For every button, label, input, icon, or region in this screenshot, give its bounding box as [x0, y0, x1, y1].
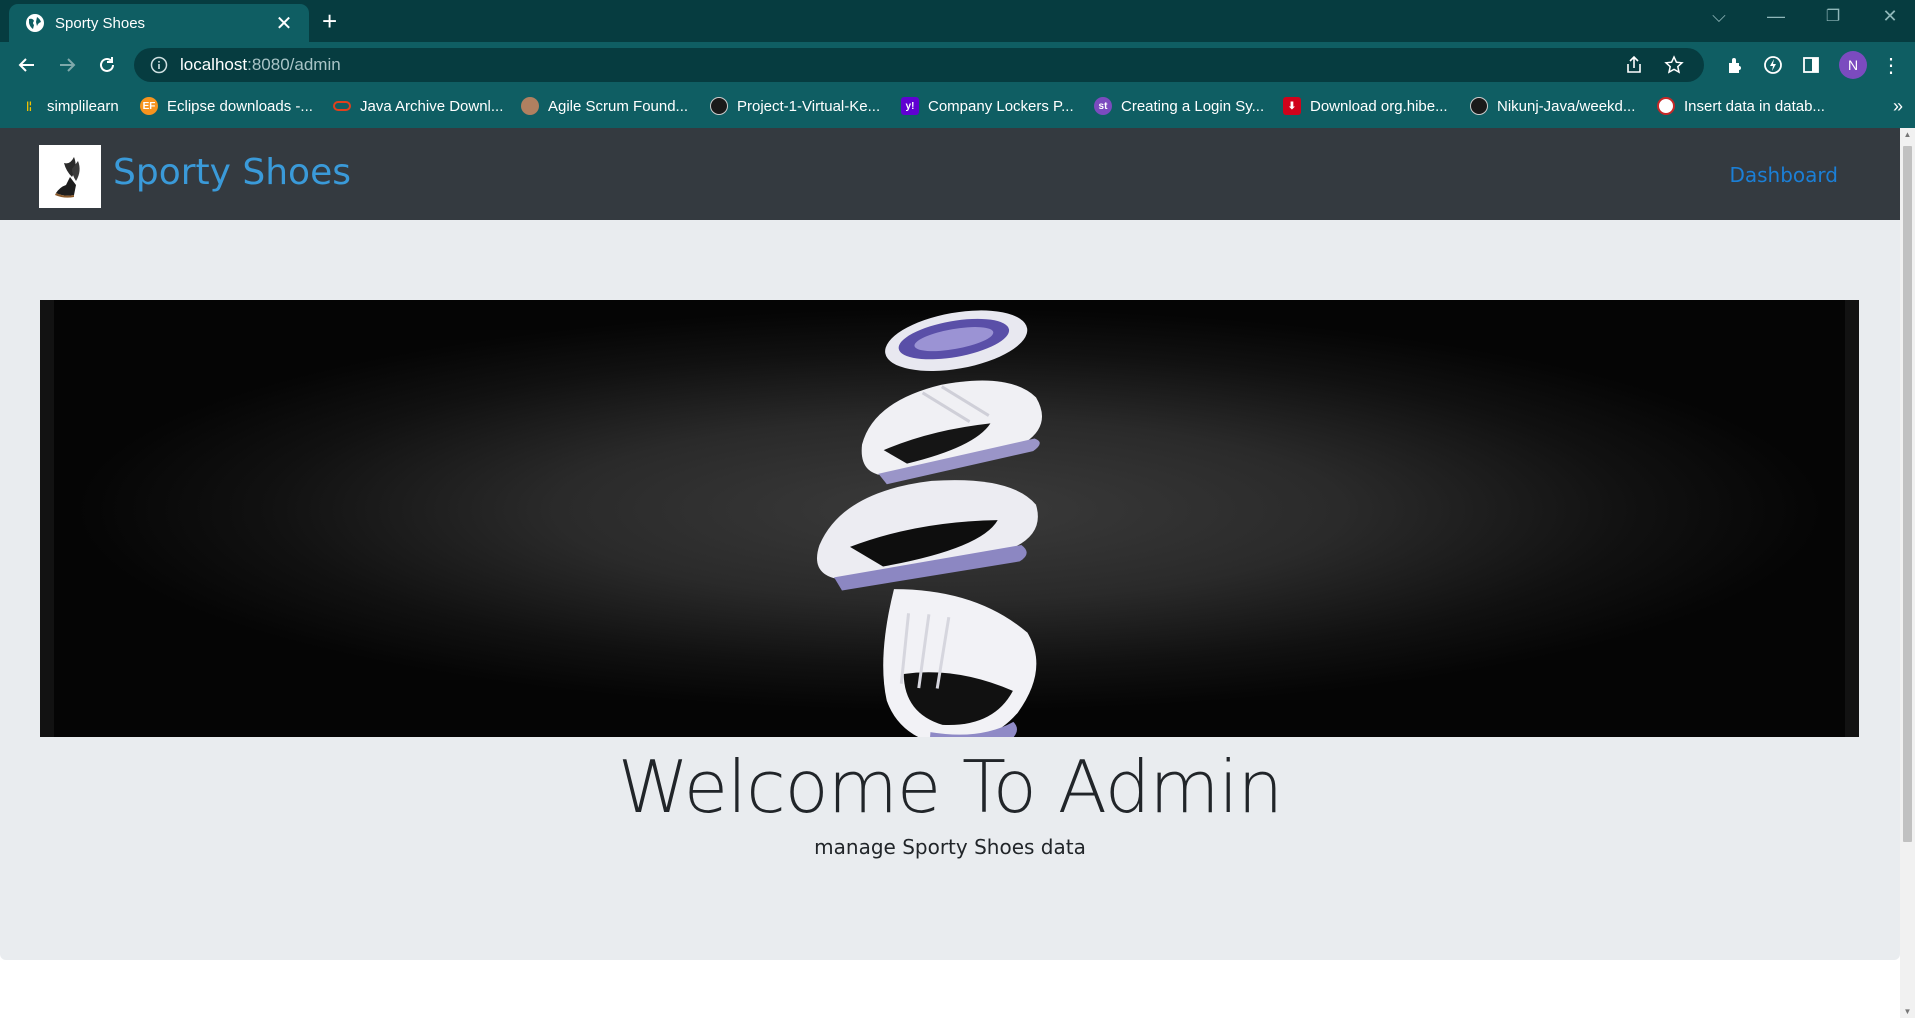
scrollbar-thumb[interactable]	[1903, 146, 1912, 842]
minimize-icon[interactable]: —	[1761, 6, 1791, 27]
url-path: :8080/admin	[247, 55, 341, 74]
bookmark-item[interactable]: Agile Scrum Found...	[521, 88, 688, 124]
bookmarks-bar: |¦ simplilearn EF Eclipse downloads -...…	[0, 88, 1915, 128]
dashboard-link[interactable]: Dashboard	[1729, 163, 1838, 187]
site-navbar: Sporty Shoes Dashboard	[0, 128, 1900, 220]
browser-toolbar: localhost:8080/admin N ⋮	[0, 42, 1915, 88]
welcome-subtitle: manage Sporty Shoes data	[814, 835, 1086, 859]
restore-icon[interactable]: ❐	[1818, 6, 1848, 26]
profile-avatar[interactable]: N	[1838, 50, 1868, 80]
bookmarks-overflow-icon[interactable]: »	[1893, 96, 1903, 117]
sneakers-illustration	[817, 310, 1043, 737]
github-icon	[1470, 97, 1488, 115]
new-tab-button[interactable]: +	[322, 8, 337, 34]
info-icon[interactable]	[150, 56, 168, 74]
address-bar[interactable]: localhost:8080/admin	[134, 48, 1704, 82]
page-viewport: Sporty Shoes Dashboard Welcome To Admin …	[0, 128, 1900, 1018]
agile-icon	[521, 97, 539, 115]
browser-tabstrip: Sporty Shoes ✕ + ⌵ — ❐ ✕	[0, 0, 1915, 42]
scroll-down-icon[interactable]: ▼	[1903, 1007, 1912, 1016]
tab-search-icon[interactable]: ⌵	[1704, 6, 1734, 27]
javatpoint-icon	[1657, 97, 1675, 115]
bookmark-item[interactable]: st Creating a Login Sy...	[1094, 88, 1264, 124]
arrow-left-icon	[18, 58, 34, 72]
extensions-icon[interactable]	[1720, 50, 1750, 80]
welcome-jumbotron: Welcome To Admin manage Sporty Shoes dat…	[0, 220, 1900, 960]
bookmark-item[interactable]: |¦ simplilearn	[20, 88, 119, 124]
arrow-right-icon	[60, 58, 76, 72]
back-button[interactable]	[12, 50, 42, 80]
url-host: localhost	[180, 55, 248, 74]
yahoo-icon: y!	[901, 97, 919, 115]
close-tab-icon[interactable]: ✕	[273, 11, 295, 36]
reload-button[interactable]	[92, 50, 122, 80]
reload-icon	[100, 57, 114, 72]
bookmark-item[interactable]: Insert data in datab...	[1657, 88, 1825, 124]
eclipse-icon: EF	[140, 97, 158, 115]
simplilearn-icon: |¦	[26, 100, 32, 112]
bookmark-item[interactable]: ⬇ Download org.hibe...	[1283, 88, 1448, 124]
site-logo[interactable]	[39, 145, 101, 208]
page-scrollbar[interactable]: ▲ ▼	[1900, 128, 1915, 1018]
oracle-icon	[333, 97, 351, 115]
tab-title: Sporty Shoes	[55, 14, 146, 32]
winged-shoe-logo-icon	[55, 156, 80, 198]
forward-button[interactable]	[52, 50, 82, 80]
github-icon	[710, 97, 728, 115]
bookmark-star-icon[interactable]	[1664, 48, 1684, 82]
share-icon[interactable]	[1624, 48, 1644, 82]
window-close-icon[interactable]: ✕	[1875, 6, 1905, 27]
bookmark-item[interactable]: Nikunj-Java/weekd...	[1470, 88, 1635, 124]
site-brand[interactable]: Sporty Shoes	[113, 152, 351, 193]
globe-icon	[26, 14, 44, 32]
menu-kebab-icon[interactable]: ⋮	[1876, 50, 1906, 80]
bookmark-item[interactable]: Java Archive Downl...	[333, 88, 503, 124]
scroll-up-icon[interactable]: ▲	[1903, 130, 1912, 139]
welcome-heading: Welcome To Admin	[617, 745, 1283, 829]
hero-sneakers-image	[40, 300, 1859, 737]
st-icon: st	[1094, 97, 1112, 115]
performance-icon[interactable]	[1758, 50, 1788, 80]
download-icon: ⬇	[1283, 97, 1301, 115]
side-panel-icon[interactable]	[1796, 50, 1826, 80]
browser-tab[interactable]: Sporty Shoes ✕	[9, 4, 309, 42]
bookmark-item[interactable]: EF Eclipse downloads -...	[140, 88, 313, 124]
bookmark-item[interactable]: y! Company Lockers P...	[901, 88, 1074, 124]
bookmark-item[interactable]: Project-1-Virtual-Ke...	[710, 88, 880, 124]
